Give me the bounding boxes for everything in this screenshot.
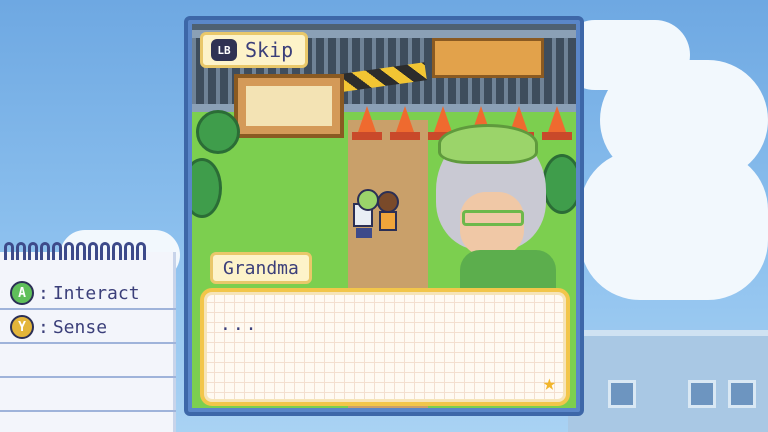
lb-button-icon: LB bbox=[211, 39, 237, 61]
notebook-line bbox=[0, 380, 176, 412]
speaker-name-tag: Grandma bbox=[210, 252, 312, 284]
building-window bbox=[728, 380, 756, 408]
controls-notebook: A : Interact Y : Sense bbox=[0, 242, 176, 432]
star-icon[interactable]: ★ bbox=[543, 371, 556, 396]
traffic-cone-icon bbox=[542, 106, 572, 140]
speaker-name: Grandma bbox=[223, 257, 299, 279]
dialog-text: ... bbox=[220, 314, 259, 335]
map-board bbox=[234, 74, 344, 138]
control-label-interact: Interact bbox=[52, 282, 140, 304]
bush bbox=[542, 154, 576, 214]
cloud bbox=[580, 150, 768, 300]
traffic-cone-icon bbox=[390, 106, 420, 140]
grandma-glasses bbox=[462, 210, 524, 226]
traffic-cone-icon bbox=[352, 106, 382, 140]
game-viewport: LB Skip Grandma ... ★ bbox=[184, 16, 584, 416]
skip-button[interactable]: LB Skip bbox=[200, 32, 309, 68]
gate-sign bbox=[432, 38, 544, 78]
building-window bbox=[608, 380, 636, 408]
control-hint-sense: Y : Sense bbox=[0, 312, 176, 344]
notebook-line bbox=[0, 346, 176, 378]
skip-label: Skip bbox=[245, 38, 294, 62]
notebook-rings bbox=[4, 242, 172, 264]
y-button-icon: Y bbox=[10, 315, 34, 339]
player-characters bbox=[353, 189, 399, 238]
a-button-icon: A bbox=[10, 281, 34, 305]
control-colon: : bbox=[38, 282, 49, 304]
bush bbox=[192, 158, 222, 218]
building-window bbox=[688, 380, 716, 408]
bush bbox=[196, 110, 240, 154]
background-building: 2 bbox=[560, 330, 768, 432]
control-label-sense: Sense bbox=[52, 316, 108, 338]
game-scene[interactable]: LB Skip Grandma ... ★ bbox=[192, 24, 576, 408]
control-colon: : bbox=[38, 316, 49, 338]
control-hint-interact: A : Interact bbox=[0, 278, 176, 310]
grandma-beret bbox=[438, 124, 538, 164]
dialog-box[interactable]: ... ★ bbox=[200, 288, 570, 406]
